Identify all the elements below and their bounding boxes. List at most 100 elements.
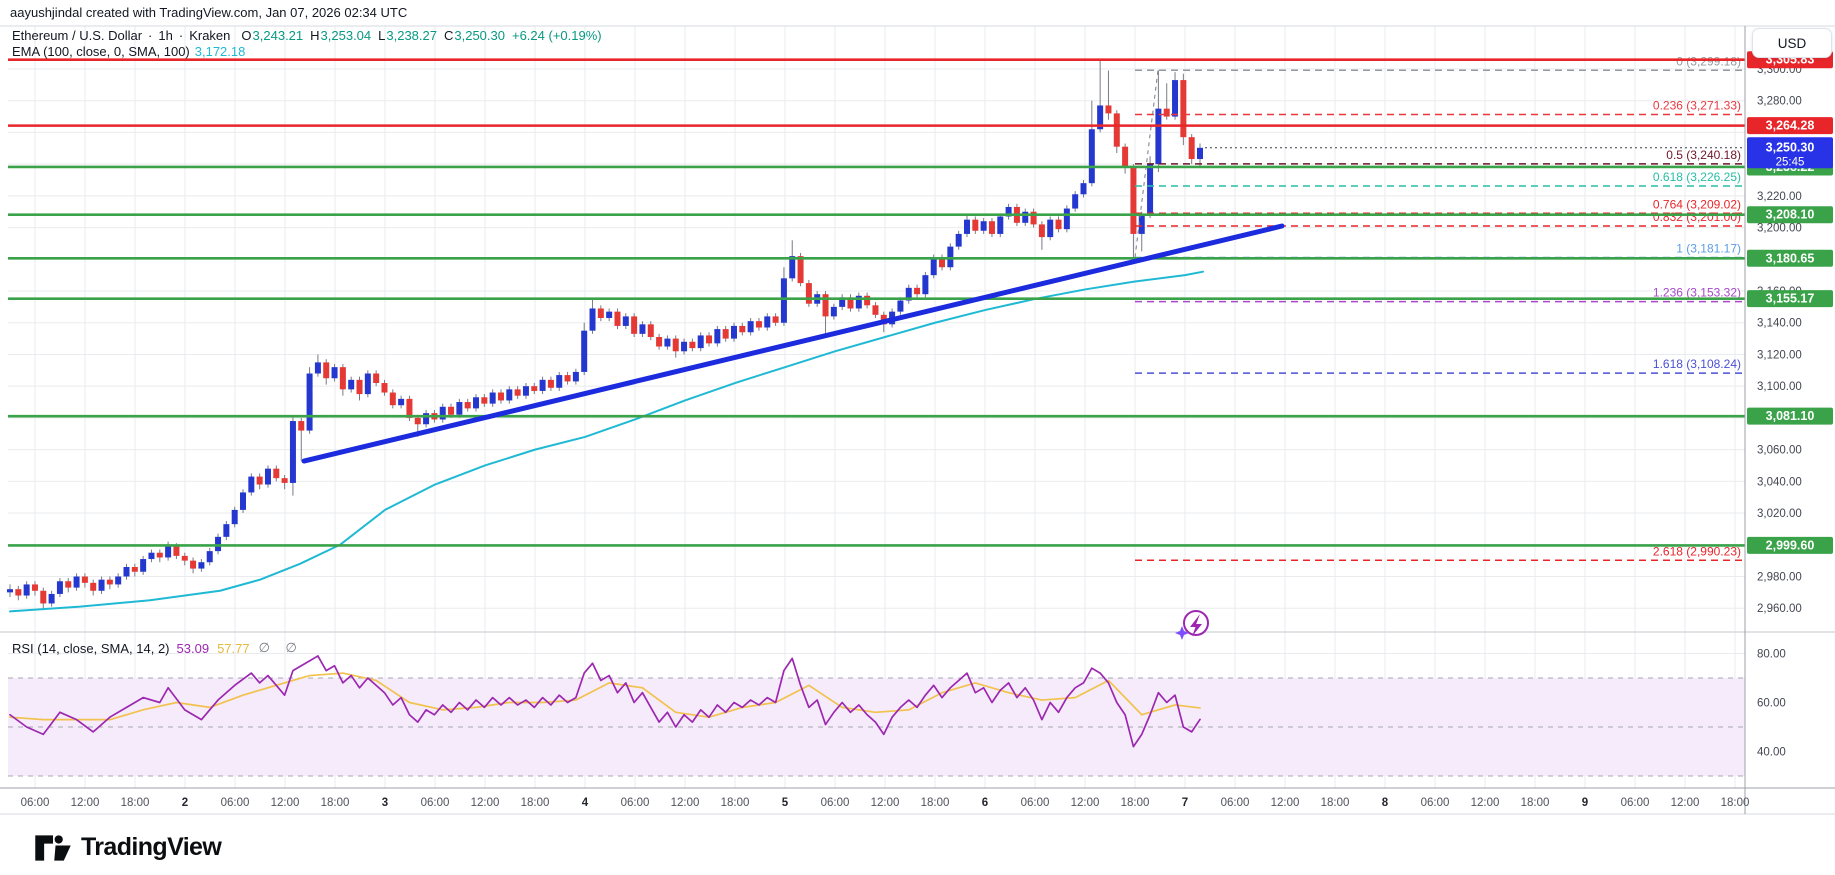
svg-text:06:00: 06:00 [421,797,450,809]
close-value: 3,250.30 [454,28,505,43]
svg-text:2,960.00: 2,960.00 [1757,603,1802,615]
svg-text:12:00: 12:00 [1471,797,1500,809]
svg-text:3,060.00: 3,060.00 [1757,445,1802,457]
svg-text:3,120.00: 3,120.00 [1757,349,1802,361]
svg-text:4: 4 [582,797,589,809]
ema-value: 3,172.18 [195,44,246,59]
svg-text:12:00: 12:00 [271,797,300,809]
svg-text:18:00: 18:00 [921,797,950,809]
watermark: aayushjindal created with TradingView.co… [10,5,407,20]
chart-canvas[interactable]: 0 (3,299.18) 0.236 (3,271.33) 0.5 (3,240.1… [0,0,1835,875]
svg-text:3,200.00: 3,200.00 [1757,223,1802,235]
svg-text:40.00: 40.00 [1757,747,1786,759]
svg-text:18:00: 18:00 [121,797,150,809]
svg-text:12:00: 12:00 [671,797,700,809]
interval-label[interactable]: 1h [158,28,172,43]
svg-text:0.618 (3,226.25): 0.618 (3,226.25) [1653,170,1741,184]
svg-text:12:00: 12:00 [1671,797,1700,809]
svg-text:3,100.00: 3,100.00 [1757,381,1802,393]
rsi-legend[interactable]: RSI (14, close, SMA, 14, 2) 53.09 57.77 … [12,640,303,656]
high-label: H [310,28,319,43]
svg-text:3,220.00: 3,220.00 [1757,191,1802,203]
svg-text:12:00: 12:00 [1071,797,1100,809]
svg-text:3: 3 [382,797,388,809]
tradingview-logo[interactable]: TradingView [34,833,221,862]
svg-text:18:00: 18:00 [321,797,350,809]
svg-text:5: 5 [782,797,789,809]
svg-text:06:00: 06:00 [1221,797,1250,809]
symbol-title[interactable]: Ethereum / U.S. Dollar [12,28,142,43]
close-label: C [444,28,453,43]
rsi-band [8,678,1745,776]
svg-text:18:00: 18:00 [721,797,750,809]
svg-text:1 (3,181.17): 1 (3,181.17) [1676,241,1741,255]
svg-text:3,208.10: 3,208.10 [1766,208,1815,222]
time-axis[interactable]: 06:00 12:00 18:00 2 06:00 12:00 18:00 3 06:00 12:… [21,797,1750,809]
svg-text:3,250.30: 3,250.30 [1766,140,1815,154]
tradingview-logo-text: TradingView [81,833,221,862]
svg-text:12:00: 12:00 [471,797,500,809]
svg-text:60.00: 60.00 [1757,698,1786,710]
svg-text:18:00: 18:00 [1321,797,1350,809]
svg-text:06:00: 06:00 [221,797,250,809]
rsi-empty-values: ∅ ∅ [259,640,303,656]
svg-text:3,040.00: 3,040.00 [1757,476,1802,488]
open-value: 3,243.21 [253,28,304,43]
svg-text:6: 6 [982,797,988,809]
lightning-marker-icon[interactable] [1175,611,1208,640]
svg-text:12:00: 12:00 [71,797,100,809]
svg-text:3,081.10: 3,081.10 [1766,409,1815,423]
svg-text:1.618 (3,108.24): 1.618 (3,108.24) [1653,357,1741,371]
fib-retracement[interactable]: 0 (3,299.18) 0.236 (3,271.33) 0.5 (3,240.1… [1135,54,1745,560]
svg-text:12:00: 12:00 [1271,797,1300,809]
svg-text:06:00: 06:00 [1021,797,1050,809]
svg-text:0 (3,299.18): 0 (3,299.18) [1676,54,1741,68]
svg-text:18:00: 18:00 [1521,797,1550,809]
svg-text:9: 9 [1582,797,1588,809]
ema-legend[interactable]: EMA (100, close, 0, SMA, 100) 3,172.18 [12,44,245,59]
svg-text:7: 7 [1182,797,1188,809]
svg-text:06:00: 06:00 [21,797,50,809]
svg-text:25:45: 25:45 [1776,156,1805,168]
svg-text:2,980.00: 2,980.00 [1757,572,1802,584]
svg-text:2: 2 [182,797,188,809]
ema-label: EMA (100, close, 0, SMA, 100) [12,44,190,59]
rsi-label: RSI (14, close, SMA, 14, 2) [12,641,170,656]
svg-text:3,020.00: 3,020.00 [1757,508,1802,520]
svg-text:0.832 (3,201.00): 0.832 (3,201.00) [1653,210,1741,224]
svg-text:18:00: 18:00 [521,797,550,809]
svg-text:2,999.60: 2,999.60 [1766,538,1815,552]
svg-text:18:00: 18:00 [1721,797,1750,809]
low-value: 3,238.27 [386,28,437,43]
svg-text:06:00: 06:00 [1621,797,1650,809]
candlestick-series [7,59,1203,608]
change-value: +6.24 (+0.19%) [512,28,602,43]
svg-text:80.00: 80.00 [1757,649,1786,661]
rsi-value: 53.09 [177,641,210,656]
legend-separator: · [179,28,183,43]
svg-text:0.5 (3,240.18): 0.5 (3,240.18) [1666,148,1741,162]
grid-lines [8,26,1745,788]
rsi-sma-value: 57.77 [217,641,250,656]
svg-text:06:00: 06:00 [621,797,650,809]
svg-text:12:00: 12:00 [871,797,900,809]
tradingview-logo-icon [34,834,72,862]
open-label: O [241,28,251,43]
svg-text:06:00: 06:00 [821,797,850,809]
legend-separator: · [148,28,152,43]
svg-text:8: 8 [1382,797,1389,809]
tradingview-chart-window: 0 (3,299.18) 0.236 (3,271.33) 0.5 (3,240.1… [0,0,1835,875]
svg-text:0.236 (3,271.33): 0.236 (3,271.33) [1653,98,1741,112]
svg-text:3,264.28: 3,264.28 [1766,119,1815,133]
svg-text:3,280.00: 3,280.00 [1757,96,1802,108]
main-series-legend[interactable]: Ethereum / U.S. Dollar · 1h · Kraken O3,… [12,28,609,43]
svg-text:18:00: 18:00 [1121,797,1150,809]
low-label: L [378,28,385,43]
svg-text:3,140.00: 3,140.00 [1757,318,1802,330]
svg-text:3,155.17: 3,155.17 [1766,292,1815,306]
currency-toggle-button[interactable]: USD [1752,28,1832,58]
svg-text:06:00: 06:00 [1421,797,1450,809]
svg-text:3,180.65: 3,180.65 [1766,251,1815,265]
exchange-label: Kraken [189,28,230,43]
high-value: 3,253.04 [321,28,372,43]
